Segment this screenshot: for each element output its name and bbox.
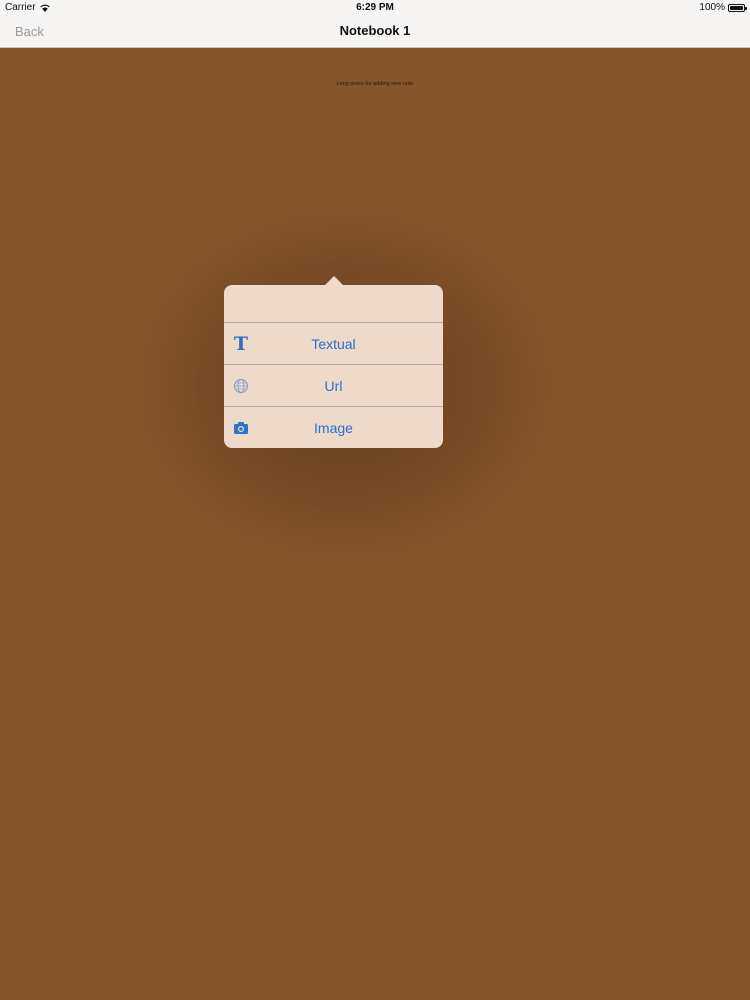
status-time: 6:29 PM [356, 2, 394, 13]
menu-item-textual[interactable]: T Textual [224, 323, 443, 365]
menu-item-label: Textual [311, 335, 356, 352]
globe-icon [233, 378, 249, 394]
menu-item-url[interactable]: Url [224, 365, 443, 407]
add-note-popover: T Textual Url Image [224, 285, 443, 448]
battery-percentage: 100% [699, 2, 725, 13]
page-title: Notebook 1 [339, 23, 411, 38]
menu-item-label: Image [314, 419, 353, 436]
camera-icon [233, 420, 249, 436]
canvas-hint: Long press for adding new note [336, 81, 414, 87]
battery-indicator: 100% [699, 2, 747, 13]
battery-icon [728, 3, 747, 12]
navigation-bar: Carrier 6:29 PM 100% Back Notebook 1 [0, 0, 750, 48]
menu-item-label: Url [324, 377, 343, 394]
popover-header [224, 285, 443, 323]
status-bar: Carrier 6:29 PM 100% [0, 0, 750, 16]
text-icon: T [233, 332, 249, 355]
menu-item-image[interactable]: Image [224, 407, 443, 448]
popover-arrow [325, 276, 343, 285]
